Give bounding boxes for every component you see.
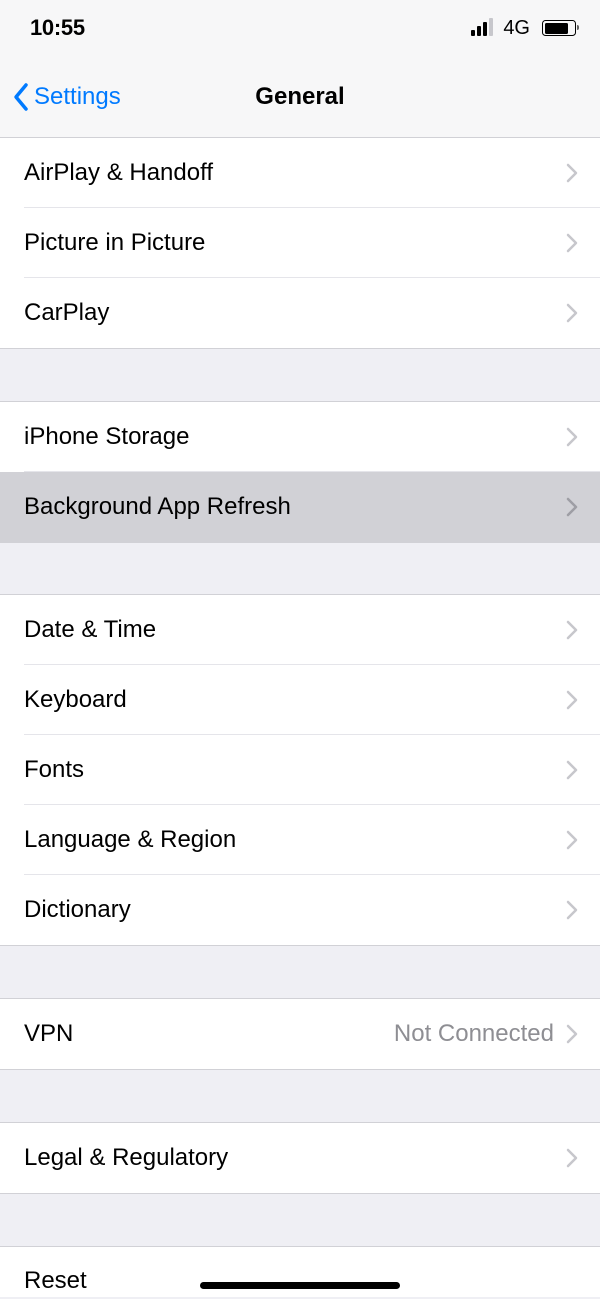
chevron-right-icon bbox=[566, 1148, 578, 1168]
chevron-right-icon bbox=[566, 620, 578, 640]
chevron-right-icon bbox=[566, 427, 578, 447]
chevron-right-icon bbox=[566, 690, 578, 710]
back-button[interactable]: Settings bbox=[0, 82, 121, 112]
chevron-right-icon bbox=[566, 900, 578, 920]
row-label: Language & Region bbox=[24, 826, 236, 854]
section-gap bbox=[0, 1194, 600, 1246]
row-label: Keyboard bbox=[24, 686, 127, 714]
list-section: Reset bbox=[0, 1246, 600, 1297]
row-legal-regulatory[interactable]: Legal & Regulatory bbox=[0, 1123, 600, 1193]
list-section: Legal & Regulatory bbox=[0, 1122, 600, 1194]
chevron-right-icon bbox=[566, 760, 578, 780]
row-picture-in-picture[interactable]: Picture in Picture bbox=[0, 208, 600, 278]
network-label: 4G bbox=[503, 17, 530, 40]
row-label: AirPlay & Handoff bbox=[24, 159, 213, 187]
status-bar: 10:55 4G bbox=[0, 0, 600, 56]
battery-icon bbox=[542, 20, 576, 36]
section-gap bbox=[0, 542, 600, 594]
row-airplay-handoff[interactable]: AirPlay & Handoff bbox=[0, 138, 600, 208]
page-title: General bbox=[255, 83, 344, 111]
row-label: Date & Time bbox=[24, 616, 156, 644]
row-date-time[interactable]: Date & Time bbox=[0, 595, 600, 665]
back-label: Settings bbox=[34, 83, 121, 111]
row-fonts[interactable]: Fonts bbox=[0, 735, 600, 805]
row-carplay[interactable]: CarPlay bbox=[0, 278, 600, 348]
row-detail: Not Connected bbox=[394, 1020, 554, 1048]
home-indicator[interactable] bbox=[200, 1282, 400, 1289]
status-indicators: 4G bbox=[471, 17, 576, 40]
row-vpn[interactable]: VPN Not Connected bbox=[0, 999, 600, 1069]
status-time: 10:55 bbox=[30, 15, 85, 41]
row-label: Legal & Regulatory bbox=[24, 1144, 228, 1172]
list-section: Date & Time Keyboard Fonts Language & Re… bbox=[0, 594, 600, 946]
row-label: CarPlay bbox=[24, 299, 109, 327]
row-label: Background App Refresh bbox=[24, 493, 291, 521]
chevron-left-icon bbox=[12, 82, 30, 112]
row-background-app-refresh[interactable]: Background App Refresh bbox=[0, 472, 600, 542]
signal-icon bbox=[471, 20, 493, 36]
section-gap bbox=[0, 946, 600, 998]
chevron-right-icon bbox=[566, 233, 578, 253]
row-label: Fonts bbox=[24, 756, 84, 784]
section-gap bbox=[0, 349, 600, 401]
row-iphone-storage[interactable]: iPhone Storage bbox=[0, 402, 600, 472]
list-section: iPhone Storage Background App Refresh bbox=[0, 401, 600, 542]
row-keyboard[interactable]: Keyboard bbox=[0, 665, 600, 735]
row-label: VPN bbox=[24, 1020, 73, 1048]
chevron-right-icon bbox=[566, 497, 578, 517]
row-label: Dictionary bbox=[24, 896, 131, 924]
row-reset[interactable]: Reset bbox=[0, 1247, 600, 1297]
row-language-region[interactable]: Language & Region bbox=[0, 805, 600, 875]
chevron-right-icon bbox=[566, 1024, 578, 1044]
chevron-right-icon bbox=[566, 163, 578, 183]
section-gap bbox=[0, 1070, 600, 1122]
chevron-right-icon bbox=[566, 830, 578, 850]
list-section: AirPlay & Handoff Picture in Picture Car… bbox=[0, 138, 600, 349]
navigation-bar: Settings General bbox=[0, 56, 600, 138]
row-label: Picture in Picture bbox=[24, 229, 205, 257]
list-section: VPN Not Connected bbox=[0, 998, 600, 1070]
chevron-right-icon bbox=[566, 303, 578, 323]
row-label: iPhone Storage bbox=[24, 423, 189, 451]
row-label: Reset bbox=[24, 1267, 87, 1295]
row-dictionary[interactable]: Dictionary bbox=[0, 875, 600, 945]
